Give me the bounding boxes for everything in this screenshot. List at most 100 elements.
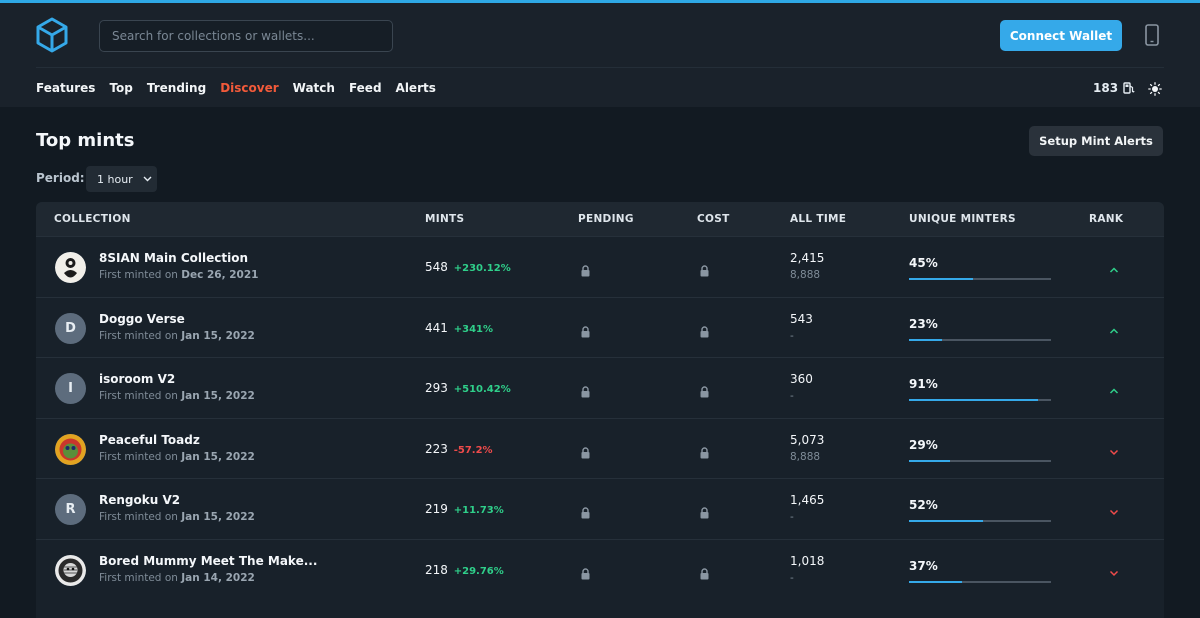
period-value: 1 hour (97, 172, 133, 186)
collection-avatar[interactable]: D (55, 312, 86, 344)
gas-value: 183 (1093, 81, 1119, 95)
nav-alerts[interactable]: Alerts (396, 81, 436, 95)
mints-change: +510.42% (453, 384, 511, 395)
mints-value: 218 (425, 562, 448, 577)
header-divider (36, 67, 1164, 68)
mints-value: 293 (425, 381, 448, 395)
all-time-value: 5,073 (790, 432, 825, 447)
page-title: Top mints (36, 130, 135, 151)
unique-minters-pct: 23% (909, 316, 938, 331)
col-cost[interactable]: COST (697, 213, 730, 225)
all-time-value: 543 (790, 311, 813, 326)
unique-minters-bar (909, 459, 1051, 462)
table-row[interactable]: Bored Mummy Meet The Make... First minted… (36, 538, 1164, 599)
first-minted: First minted on Jan 15, 2022 (99, 390, 255, 402)
supply-value: - (790, 511, 794, 523)
col-all-time[interactable]: ALL TIME (790, 213, 846, 225)
collection-avatar[interactable] (55, 554, 86, 586)
table-row[interactable]: Peaceful Toadz First minted on Jan 15, 20… (36, 417, 1164, 478)
mints-value: 441 (425, 320, 448, 335)
collection-name[interactable]: isoroom V2 (99, 372, 175, 386)
chevron-down-icon (143, 176, 152, 182)
table-row[interactable]: D Doggo Verse First minted on Jan 15, 2022… (36, 296, 1164, 357)
top-mints-table: COLLECTION MINTS PENDING COST ALL TIME U… (36, 202, 1164, 618)
mints-count: 548 +230.12% (425, 260, 511, 274)
setup-mint-alerts-button[interactable]: Setup Mint Alerts (1029, 126, 1163, 156)
rank-down-icon (1108, 443, 1120, 455)
first-minted: First minted on Jan 15, 2022 (99, 451, 255, 463)
lock-icon (580, 323, 591, 337)
sun-icon[interactable] (1148, 82, 1162, 96)
search-input[interactable] (99, 20, 393, 52)
mobile-icon[interactable] (1143, 24, 1161, 46)
gas-pump-icon (1123, 82, 1135, 94)
first-minted-date: Dec 26, 2021 (181, 269, 259, 281)
collection-avatar[interactable]: R (55, 494, 86, 525)
collection-avatar[interactable]: I (55, 373, 86, 404)
nav-watch[interactable]: Watch (293, 81, 335, 95)
gas-price[interactable]: 183 (1093, 81, 1135, 95)
first-minted-date: Jan 15, 2022 (181, 511, 255, 523)
unique-minters-bar-fill (909, 399, 1039, 401)
lock-icon (699, 504, 710, 519)
col-pending[interactable]: PENDING (578, 213, 634, 225)
first-minted-prefix: First minted on (99, 269, 178, 281)
rank-up-icon (1108, 322, 1120, 334)
first-minted-prefix: First minted on (99, 571, 178, 584)
rank-up-icon (1108, 382, 1120, 394)
mints-change: +29.76% (453, 565, 504, 577)
mints-value: 223 (425, 441, 448, 456)
table-row[interactable]: 8SIAN Main Collection First minted on Dec… (36, 236, 1164, 296)
collection-name[interactable]: Peaceful Toadz (99, 433, 200, 447)
unique-minters-bar (909, 580, 1051, 583)
unique-minters-bar-fill (909, 338, 942, 341)
first-minted-prefix: First minted on (99, 329, 178, 342)
all-time-value: 1,018 (790, 553, 825, 568)
unique-minters-pct: 45% (909, 256, 938, 270)
lock-icon (580, 565, 591, 579)
lock-icon (580, 383, 591, 398)
top-bar: Connect Wallet Features Top Trending Discov… (0, 0, 1200, 107)
unique-minters-bar-fill (909, 278, 973, 280)
collection-avatar[interactable] (55, 433, 86, 465)
nav-feed[interactable]: Feed (349, 81, 382, 95)
first-minted-date: Jan 14, 2022 (181, 571, 255, 584)
col-unique-minters[interactable]: UNIQUE MINTERS (909, 213, 1016, 225)
table-row[interactable]: Iisoroom V2 First minted on Jan 15, 2022 2… (36, 357, 1164, 417)
collection-name[interactable]: Bored Mummy Meet The Make... (99, 554, 317, 568)
col-mints[interactable]: MINTS (425, 213, 464, 225)
nav-trending[interactable]: Trending (147, 81, 206, 95)
nav-top[interactable]: Top (109, 81, 132, 95)
collection-avatar[interactable] (55, 252, 86, 283)
mints-value: 219 (425, 502, 448, 516)
collection-name[interactable]: Rengoku V2 (99, 493, 180, 507)
lock-icon (580, 504, 591, 519)
col-collection[interactable]: COLLECTION (54, 213, 131, 225)
unique-minters-bar (909, 338, 1051, 341)
col-rank[interactable]: RANK (1089, 213, 1123, 225)
collection-name[interactable]: Doggo Verse (99, 312, 185, 326)
avatar-letter: D (65, 320, 76, 336)
rank-down-icon (1108, 564, 1120, 576)
nav-discover[interactable]: Discover (220, 81, 278, 95)
nav-features[interactable]: Features (36, 81, 95, 95)
unique-minters-bar (909, 399, 1051, 401)
first-minted-date: Jan 15, 2022 (181, 450, 255, 463)
avatar-letter: R (65, 502, 76, 517)
supply-value: - (790, 571, 794, 584)
mints-value: 548 (425, 260, 448, 274)
connect-wallet-button[interactable]: Connect Wallet (1000, 20, 1122, 51)
main-nav: Features Top Trending Discover Watch Feed Aler… (36, 81, 436, 95)
period-select[interactable]: 1 hour (86, 166, 157, 192)
supply-value: 8,888 (790, 269, 821, 281)
first-minted: First minted on Jan 15, 2022 (99, 511, 255, 523)
avatar-letter: I (68, 381, 73, 396)
cube-logo-icon[interactable] (35, 17, 69, 53)
supply-value: - (790, 329, 794, 342)
lock-icon (699, 323, 710, 337)
collection-name[interactable]: 8SIAN Main Collection (99, 251, 248, 265)
supply-value: 8,888 (790, 450, 821, 463)
first-minted-prefix: First minted on (99, 390, 178, 402)
lock-icon (699, 383, 710, 398)
table-row[interactable]: R Rengoku V2 First minted on Jan 15, 2022 2… (36, 478, 1164, 538)
